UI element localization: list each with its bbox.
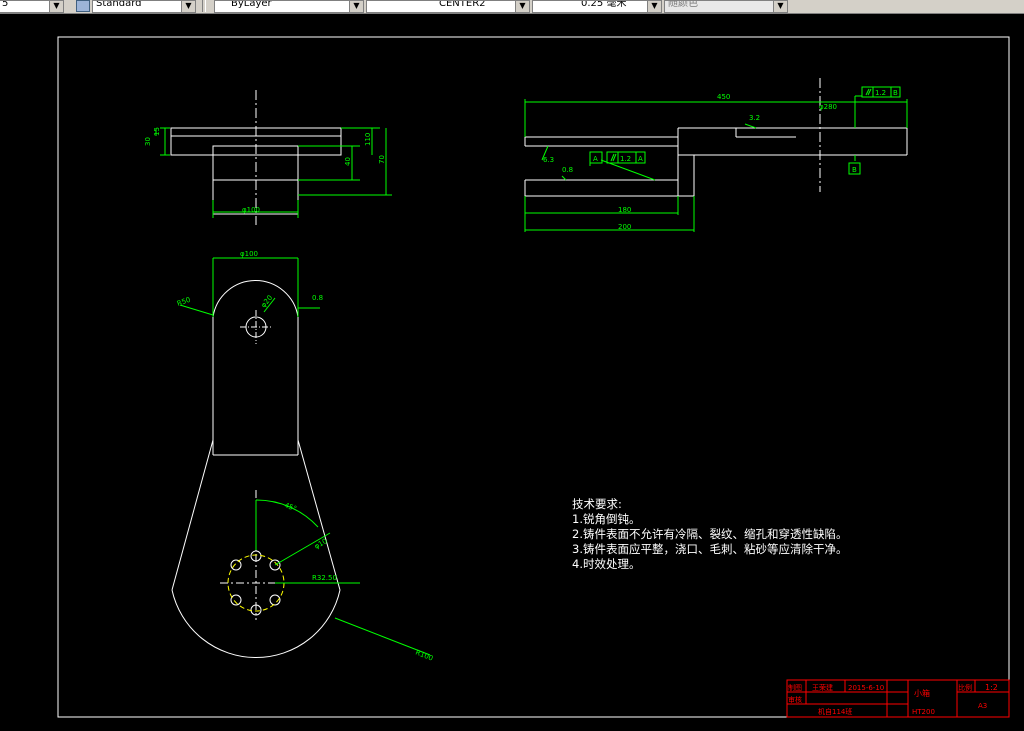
top-view: [170, 90, 342, 225]
dim-d10: φ10: [313, 537, 329, 551]
text-style-value: Standard: [96, 0, 142, 9]
dim-15: 15: [153, 127, 161, 136]
note-item-1: 1.锐角倒钝。: [572, 512, 641, 526]
dim-d100-top: φ100: [242, 206, 260, 214]
tb-checked-label: 审核: [788, 695, 802, 704]
dim-180: 180: [618, 206, 631, 214]
note-item-3: 3.铸件表面应平整，浇口、毛刺、粘砂等应清除干净。: [572, 542, 848, 556]
chevron-down-icon[interactable]: ▼: [49, 1, 63, 12]
dim-d100-mid: φ100: [240, 250, 258, 258]
bottom-arc: [171, 589, 341, 658]
gdt-ref-b: B: [893, 89, 898, 97]
chevron-down-icon[interactable]: ▼: [773, 1, 787, 12]
datum-b: B: [852, 166, 857, 174]
dim-scale-value: 5: [2, 0, 9, 9]
bolt-hole: [230, 559, 242, 571]
lineweight-combo[interactable]: 0.25 毫米 ▼: [532, 0, 662, 13]
properties-toolbar: 5 ▼ Standard ▼ ByLayer ▼ CENTER2 ▼ 0.25 …: [0, 0, 1024, 14]
tb-scale: 1:2: [985, 683, 998, 692]
drawing-canvas[interactable]: 30 15 φ100 40 110 70 φ100 R50 φ20 0.8 45…: [0, 14, 1024, 727]
ra-3-2: 3.2: [749, 114, 760, 122]
technical-notes: 技术要求: 1.锐角倒钝。 2.铸件表面不允许有冷隔、裂纹、缩孔和穿透性缺陷。 …: [572, 497, 847, 572]
tb-scale-label: 比例: [958, 683, 972, 692]
ra-6-3: 6.3: [543, 156, 554, 164]
tb-part-name: 小箱: [914, 688, 930, 698]
taper-left: [171, 439, 214, 591]
datum-a: A: [593, 155, 598, 163]
cad-drawing: 30 15 φ100 40 110 70 φ100 R50 φ20 0.8 45…: [57, 36, 1010, 718]
bolt-hole: [230, 594, 242, 606]
dim-r32-5: R32.50: [312, 574, 337, 582]
note-item-2: 2.铸件表面不允许有冷隔、裂纹、缩孔和穿透性缺陷。: [572, 527, 848, 541]
tb-drawn-label: 制图: [788, 683, 802, 692]
dim-r100: R100: [414, 648, 434, 662]
gdt-tol-top: 1.2: [875, 89, 886, 97]
linetype-value: CENTER2: [439, 0, 486, 9]
plot-style-value: 随颜色: [668, 0, 698, 9]
chevron-down-icon[interactable]: ▼: [349, 1, 363, 12]
tb-material: HT200: [912, 708, 935, 716]
text-style-combo[interactable]: Standard ▼: [92, 0, 196, 13]
side-view-dims: [524, 95, 908, 232]
tb-class: 机自114班: [818, 707, 852, 716]
dim-450: 450: [717, 93, 730, 101]
top-view-dims: [155, 127, 392, 218]
dim-30: 30: [144, 137, 152, 146]
dim-d280: φ280: [819, 103, 837, 111]
plot-style-combo[interactable]: 随颜色 ▼: [664, 0, 788, 13]
tb-drawn-name: 王荣建: [812, 683, 833, 692]
gdt-ref-a: A: [638, 155, 643, 163]
dim-d20: φ20: [259, 294, 274, 310]
toolbar-separator: [202, 0, 206, 12]
dim-40: 40: [344, 157, 352, 166]
notes-title: 技术要求:: [572, 497, 622, 511]
color-combo[interactable]: ByLayer ▼: [214, 0, 364, 13]
text-style-icon[interactable]: [76, 0, 90, 12]
lineweight-value: 0.25 毫米: [581, 0, 627, 9]
main-view-dims: [179, 257, 431, 656]
tb-date: 2015-6-10: [848, 684, 884, 692]
dim-110: 110: [364, 133, 372, 146]
drawing-border: [57, 36, 1010, 718]
dim-70: 70: [378, 155, 386, 164]
main-view: [171, 280, 341, 658]
chevron-down-icon[interactable]: ▼: [647, 1, 661, 12]
note-item-4: 4.时效处理。: [572, 557, 641, 571]
gdt-tol-mid: 1.2: [620, 155, 631, 163]
dim-200: 200: [618, 223, 631, 231]
linetype-combo[interactable]: CENTER2 ▼: [366, 0, 530, 13]
ra-0-8-b: 0.8: [562, 166, 573, 174]
color-value: ByLayer: [231, 0, 272, 9]
dim-scale-combo[interactable]: 5 ▼: [0, 0, 64, 13]
chevron-down-icon[interactable]: ▼: [181, 1, 195, 12]
dim-angle-45: 45°: [283, 501, 297, 513]
ra-0-8-a: 0.8: [312, 294, 323, 302]
chevron-down-icon[interactable]: ▼: [515, 1, 529, 12]
side-view: [524, 78, 908, 197]
tb-sheet: A3: [978, 702, 987, 710]
